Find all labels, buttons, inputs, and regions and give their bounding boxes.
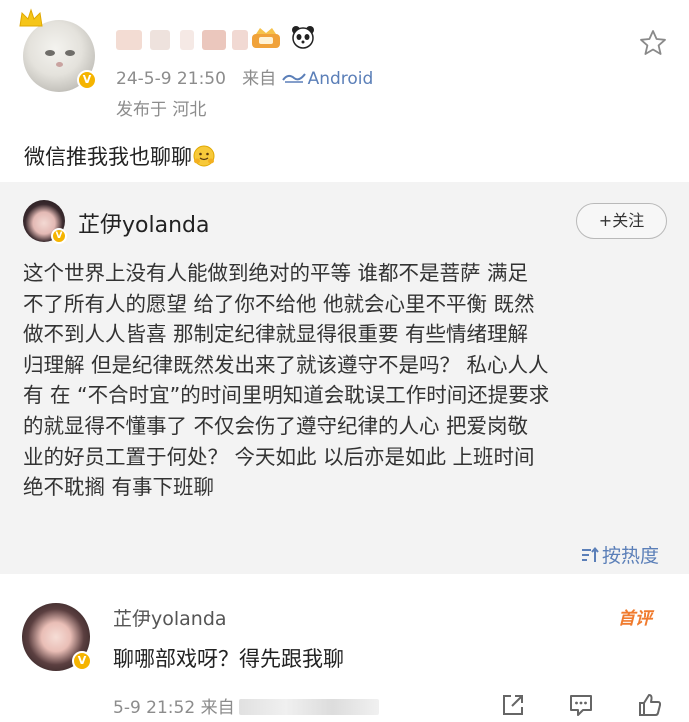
crown-icon xyxy=(19,8,43,27)
follow-button[interactable]: +关注 xyxy=(576,203,667,239)
commenter-name[interactable]: 芷伊yolanda xyxy=(113,604,227,631)
repost-text-line: 这个世界上没有人能做到绝对的平等 谁都不是菩萨 满足 xyxy=(23,261,529,285)
post-header: V 24-5-9 21:50 来自 Android 发布于 河北 xyxy=(0,0,689,125)
post-text-content: 微信推我我也聊聊 xyxy=(24,145,192,169)
phone-source-icon xyxy=(281,73,306,83)
comment-time: 5-9 21:52 xyxy=(113,698,196,718)
favorite-star-icon[interactable] xyxy=(638,28,668,58)
repost-text-line: 做不到人人皆喜 那制定纪律就显得很重要 有些情绪理解 xyxy=(23,322,529,347)
comment-meta: 5-9 21:52 来自 xyxy=(113,693,379,718)
post-source-link[interactable]: Android xyxy=(308,69,374,89)
like-thumb-icon[interactable] xyxy=(636,691,664,719)
repost-text-line: 有 在 “不合时宜”的时间里明知道会耽误工作时间还提要求 xyxy=(23,383,550,408)
repost-text-line: 的就显得不懂事了 不仅会伤了遵守纪律的人心 把爱岗敬 xyxy=(23,413,529,438)
comment-source-prefix: 来自 xyxy=(200,698,235,718)
comment-source-blurred xyxy=(238,699,379,715)
sort-by-hot-button[interactable]: 按热度 xyxy=(580,541,659,568)
verified-badge-icon: V xyxy=(77,70,97,90)
repost-author-name[interactable]: 芷伊yolanda xyxy=(78,207,209,239)
panda-badge-icon xyxy=(292,26,314,49)
sort-label: 按热度 xyxy=(602,545,660,567)
first-comment-badge: 首评 xyxy=(618,609,652,629)
source-prefix: 来自 xyxy=(242,69,277,89)
repost-text-line: 业的好员工置于何处？ 今天如此 以后亦是如此 上班时间 xyxy=(23,444,535,469)
vip-crown-badge-icon xyxy=(252,28,280,48)
hug-emoji-icon xyxy=(193,145,215,167)
verified-badge-icon: V xyxy=(72,651,92,671)
post-meta: 24-5-9 21:50 来自 Android xyxy=(116,64,373,89)
author-name-blurred[interactable] xyxy=(116,26,256,54)
repost-text-line: 归理解 但是纪律既然发出来了就该遵守不是吗？ 私心人人 xyxy=(23,352,549,377)
repost-text-line: 绝不耽搁 有事下班聊 xyxy=(23,475,215,500)
comment-icon[interactable] xyxy=(567,691,595,719)
post-text: 微信推我我也聊聊 xyxy=(24,141,216,171)
comment-text: 聊哪部戏呀？得先跟我聊 xyxy=(113,647,344,671)
verified-badge-icon: V xyxy=(51,228,67,244)
sort-icon xyxy=(582,546,599,562)
repost-text: 这个世界上没有人能做到绝对的平等 谁都不是菩萨 满足 不了所有人的愿望 给了你不… xyxy=(23,258,673,503)
post-location: 发布于 河北 xyxy=(116,100,207,120)
share-icon[interactable] xyxy=(499,691,527,719)
repost-text-line: 不了所有人的愿望 给了你不给他 他就会心里不平衡 既然 xyxy=(23,291,535,316)
post-timestamp: 24-5-9 21:50 xyxy=(116,69,226,89)
